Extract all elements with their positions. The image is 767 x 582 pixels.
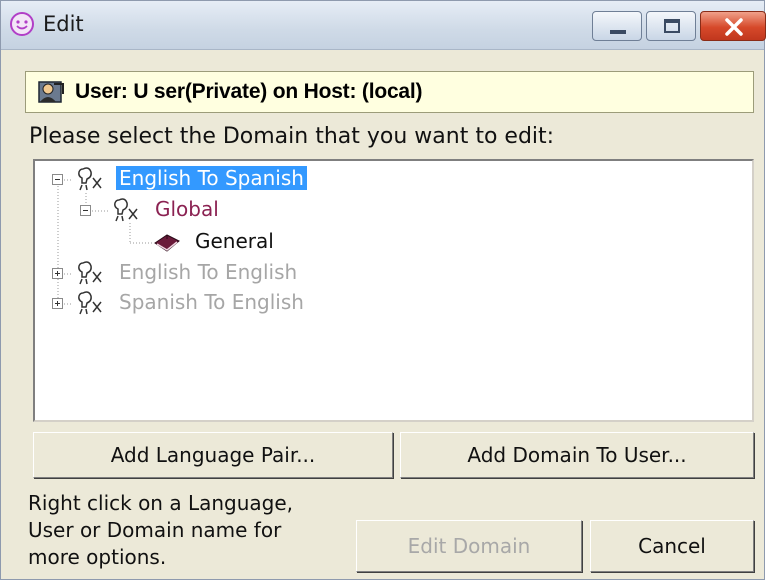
tree-node-global[interactable]: Global (155, 197, 219, 221)
tree-node-english-to-english[interactable]: English To English (119, 260, 297, 284)
hint-line: Right click on a Language, (28, 491, 294, 515)
hint-line: User or Domain name for (28, 518, 282, 542)
close-icon (725, 18, 743, 36)
add-language-pair-button[interactable]: Add Language Pair... (33, 432, 393, 478)
collapse-toggle-english-to-spanish[interactable] (52, 174, 63, 185)
user-icon (38, 81, 64, 103)
expand-toggle-english-to-english[interactable] (52, 268, 63, 279)
book-icon (154, 234, 180, 252)
window-title: Edit (43, 12, 84, 36)
add-domain-to-user-button[interactable]: Add Domain To User... (400, 432, 754, 478)
expand-toggle-spanish-to-english[interactable] (52, 298, 63, 309)
app-icon (10, 12, 34, 36)
domain-tree[interactable]: English To Spanish Global General Englis… (33, 159, 754, 422)
minimize-button[interactable] (592, 11, 642, 41)
user-header: User: U ser(Private) on Host: (local) (25, 71, 754, 113)
title-bar[interactable]: Edit (1, 1, 766, 50)
close-button[interactable] (700, 11, 766, 41)
maximize-button[interactable] (646, 11, 696, 41)
maximize-icon (664, 19, 680, 33)
hint-text: Right click on a Language, User or Domai… (28, 490, 358, 571)
user-host-label: User: U ser(Private) on Host: (local) (75, 80, 423, 103)
edit-window: Edit User: U ser(Private) on Host: (loca… (0, 0, 766, 580)
language-pair-icon (78, 261, 102, 285)
collapse-toggle-global[interactable] (80, 205, 91, 216)
minimize-icon (610, 30, 626, 34)
tree-node-english-to-spanish[interactable]: English To Spanish (116, 166, 307, 190)
domain-group-icon (114, 198, 138, 222)
tree-node-general[interactable]: General (195, 229, 274, 253)
language-pair-icon (78, 291, 102, 315)
tree-node-spanish-to-english[interactable]: Spanish To English (119, 290, 304, 314)
hint-line: more options. (28, 545, 167, 569)
cancel-button[interactable]: Cancel (590, 520, 754, 572)
edit-domain-button[interactable]: Edit Domain (356, 520, 582, 572)
instruction-text: Please select the Domain that you want t… (29, 124, 555, 149)
language-pair-icon (78, 167, 102, 191)
